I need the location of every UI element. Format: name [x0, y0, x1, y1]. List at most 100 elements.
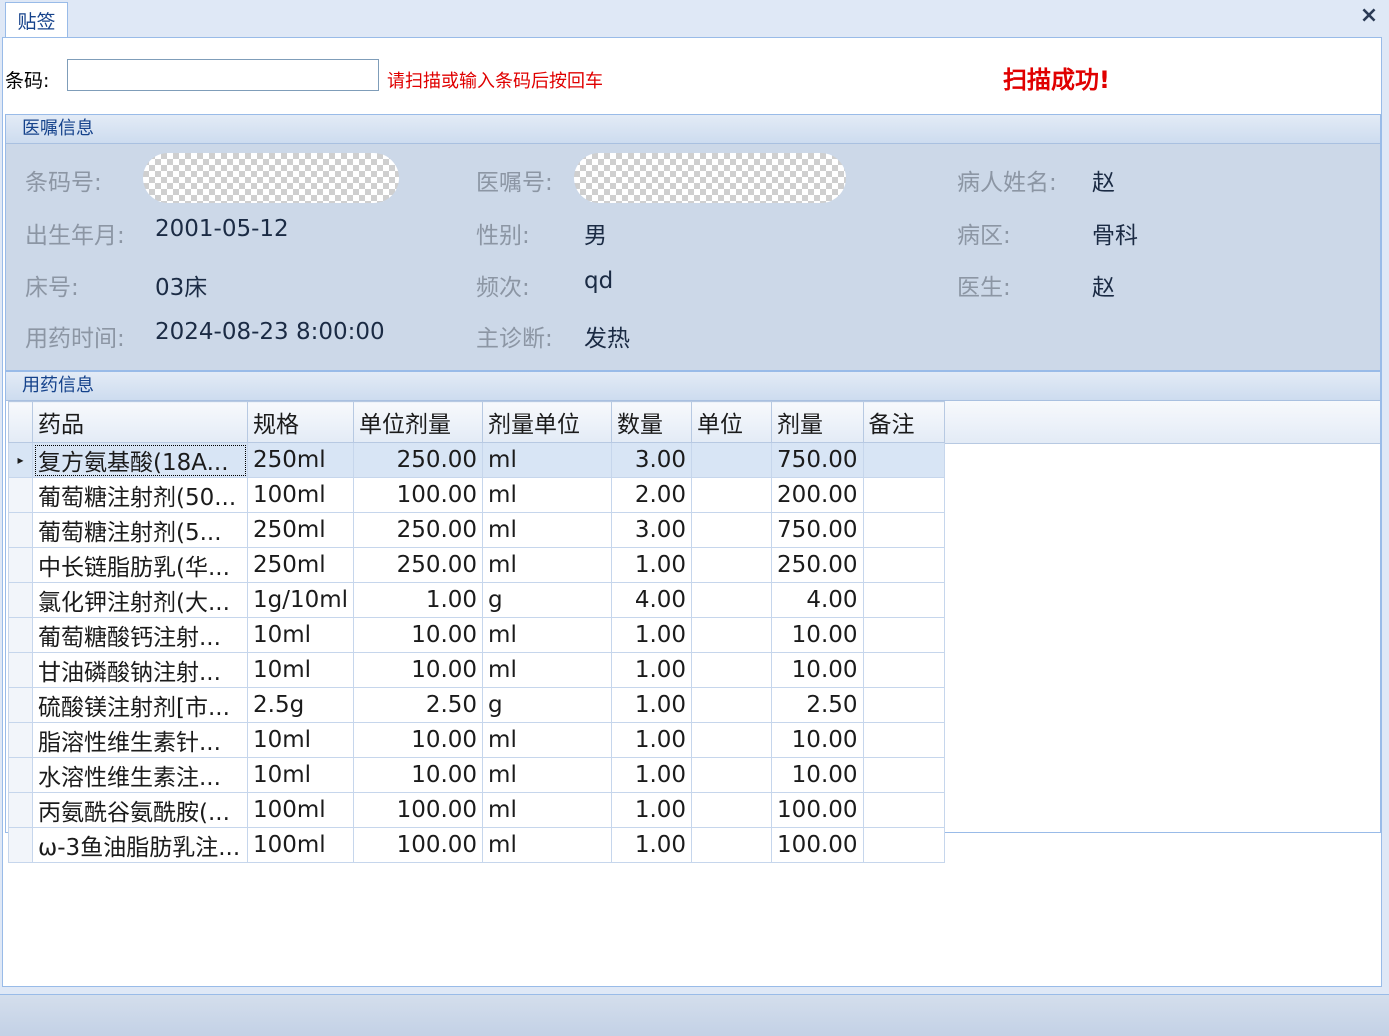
- table-row[interactable]: 水溶性维生素注... 10ml 10.00 ml 1.00 10.00: [8, 757, 945, 793]
- cell-dose[interactable]: 10.00: [771, 652, 864, 688]
- cell-spec[interactable]: 10ml: [246, 652, 355, 688]
- cell-remark[interactable]: [862, 757, 945, 793]
- cell-drug[interactable]: 硫酸镁注射剂[市...: [32, 687, 248, 723]
- table-row[interactable]: 丙氨酰谷氨酰胺(... 100ml 100.00 ml 1.00 100.00: [8, 792, 945, 828]
- cell-unit-dose[interactable]: 100.00: [353, 477, 484, 513]
- cell-spec[interactable]: 100ml: [246, 792, 355, 828]
- table-row[interactable]: 中长链脂肪乳(华... 250ml 250.00 ml 1.00 250.00: [8, 547, 945, 583]
- cell-spec[interactable]: 10ml: [246, 722, 355, 758]
- cell-dose[interactable]: 4.00: [771, 582, 864, 618]
- close-icon[interactable]: ×: [1357, 3, 1381, 28]
- cell-unit-dose[interactable]: 250.00: [353, 547, 484, 583]
- cell-dose[interactable]: 750.00: [771, 512, 864, 548]
- table-row[interactable]: 硫酸镁注射剂[市... 2.5g 2.50 g 1.00 2.50: [8, 687, 945, 723]
- row-indicator[interactable]: [8, 722, 33, 758]
- table-row[interactable]: ω-3鱼油脂肪乳注... 100ml 100.00 ml 1.00 100.00: [8, 827, 945, 863]
- cell-unit-dose[interactable]: 100.00: [353, 827, 484, 863]
- cell-remark[interactable]: [862, 477, 945, 513]
- cell-dose-unit[interactable]: g: [482, 582, 613, 618]
- cell-unit[interactable]: [691, 512, 773, 548]
- cell-spec[interactable]: 1g/10ml: [246, 582, 355, 618]
- table-row[interactable]: 氯化钾注射剂(大... 1g/10ml 1.00 g 4.00 4.00: [8, 582, 945, 618]
- row-indicator[interactable]: [8, 512, 33, 548]
- cell-dose-unit[interactable]: ml: [482, 442, 613, 478]
- table-row[interactable]: 葡萄糖注射剂(5... 250ml 250.00 ml 3.00 750.00: [8, 512, 945, 548]
- row-indicator[interactable]: [8, 582, 33, 618]
- cell-dose-unit[interactable]: ml: [482, 617, 613, 653]
- cell-dose[interactable]: 2.50: [771, 687, 864, 723]
- cell-dose-unit[interactable]: ml: [482, 722, 613, 758]
- row-indicator[interactable]: [8, 617, 33, 653]
- cell-dose[interactable]: 10.00: [771, 617, 864, 653]
- cell-dose[interactable]: 100.00: [771, 827, 864, 863]
- row-indicator[interactable]: [8, 792, 33, 828]
- cell-drug[interactable]: 葡萄糖酸钙注射...: [32, 617, 248, 653]
- col-header-unit-dose[interactable]: 单位剂量: [353, 401, 484, 443]
- cell-unit-dose[interactable]: 250.00: [353, 512, 484, 548]
- cell-unit[interactable]: [691, 687, 773, 723]
- col-header-quantity[interactable]: 数量: [611, 401, 693, 443]
- cell-unit[interactable]: [691, 792, 773, 828]
- cell-unit[interactable]: [691, 477, 773, 513]
- cell-spec[interactable]: 250ml: [246, 547, 355, 583]
- cell-dose-unit[interactable]: ml: [482, 827, 613, 863]
- col-header-unit[interactable]: 单位: [691, 401, 773, 443]
- cell-unit-dose[interactable]: 2.50: [353, 687, 484, 723]
- cell-dose-unit[interactable]: ml: [482, 477, 613, 513]
- col-header-dose-unit[interactable]: 剂量单位: [482, 401, 613, 443]
- cell-dose-unit[interactable]: g: [482, 687, 613, 723]
- cell-remark[interactable]: [862, 512, 945, 548]
- cell-remark[interactable]: [862, 722, 945, 758]
- cell-remark[interactable]: [862, 792, 945, 828]
- cell-dose-unit[interactable]: ml: [482, 547, 613, 583]
- cell-dose-unit[interactable]: ml: [482, 652, 613, 688]
- cell-remark[interactable]: [862, 652, 945, 688]
- cell-dose[interactable]: 200.00: [771, 477, 864, 513]
- cell-drug[interactable]: 葡萄糖注射剂(50...: [32, 477, 248, 513]
- cell-quantity[interactable]: 1.00: [611, 722, 693, 758]
- row-indicator[interactable]: [8, 827, 33, 863]
- cell-quantity[interactable]: 1.00: [611, 687, 693, 723]
- row-indicator[interactable]: [8, 547, 33, 583]
- cell-remark[interactable]: [862, 687, 945, 723]
- cell-quantity[interactable]: 4.00: [611, 582, 693, 618]
- row-indicator[interactable]: [8, 652, 33, 688]
- row-indicator[interactable]: [8, 757, 33, 793]
- cell-unit[interactable]: [691, 582, 773, 618]
- cell-quantity[interactable]: 1.00: [611, 652, 693, 688]
- tab-label-sticker[interactable]: 贴签: [5, 2, 68, 38]
- cell-quantity[interactable]: 1.00: [611, 757, 693, 793]
- cell-drug[interactable]: 复方氨基酸(18A...: [32, 442, 248, 478]
- cell-unit[interactable]: [691, 442, 773, 478]
- cell-dose[interactable]: 10.00: [771, 722, 864, 758]
- cell-dose-unit[interactable]: ml: [482, 757, 613, 793]
- cell-unit[interactable]: [691, 652, 773, 688]
- cell-unit[interactable]: [691, 547, 773, 583]
- cell-drug[interactable]: 中长链脂肪乳(华...: [32, 547, 248, 583]
- cell-dose[interactable]: 10.00: [771, 757, 864, 793]
- cell-unit-dose[interactable]: 10.00: [353, 617, 484, 653]
- table-row[interactable]: 葡萄糖注射剂(50... 100ml 100.00 ml 2.00 200.00: [8, 477, 945, 513]
- table-row[interactable]: 甘油磷酸钠注射... 10ml 10.00 ml 1.00 10.00: [8, 652, 945, 688]
- cell-unit-dose[interactable]: 10.00: [353, 757, 484, 793]
- cell-spec[interactable]: 250ml: [246, 442, 355, 478]
- table-row[interactable]: 葡萄糖酸钙注射... 10ml 10.00 ml 1.00 10.00: [8, 617, 945, 653]
- cell-unit-dose[interactable]: 1.00: [353, 582, 484, 618]
- cell-unit-dose[interactable]: 250.00: [353, 442, 484, 478]
- cell-unit-dose[interactable]: 10.00: [353, 652, 484, 688]
- row-indicator[interactable]: ▸: [8, 442, 33, 478]
- row-indicator[interactable]: [8, 687, 33, 723]
- cell-dose-unit[interactable]: ml: [482, 512, 613, 548]
- cell-drug[interactable]: 水溶性维生素注...: [32, 757, 248, 793]
- table-row[interactable]: ▸ 复方氨基酸(18A... 250ml 250.00 ml 3.00 750.00: [8, 442, 945, 478]
- cell-quantity[interactable]: 3.00: [611, 512, 693, 548]
- cell-dose[interactable]: 100.00: [771, 792, 864, 828]
- cell-remark[interactable]: [862, 827, 945, 863]
- cell-unit[interactable]: [691, 617, 773, 653]
- col-header-spec[interactable]: 规格: [246, 401, 355, 443]
- cell-dose-unit[interactable]: ml: [482, 792, 613, 828]
- cell-remark[interactable]: [862, 547, 945, 583]
- cell-drug[interactable]: 葡萄糖注射剂(5...: [32, 512, 248, 548]
- barcode-input[interactable]: [67, 59, 379, 91]
- cell-unit-dose[interactable]: 10.00: [353, 722, 484, 758]
